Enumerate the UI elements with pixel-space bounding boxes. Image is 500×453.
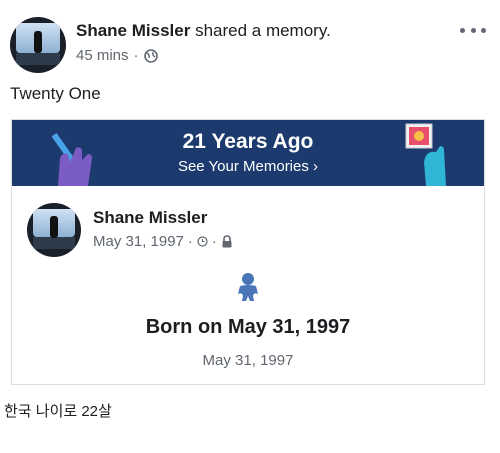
meta-separator: · [187, 233, 193, 250]
life-event-title: Born on May 31, 1997 [145, 316, 351, 338]
lock-icon[interactable] [221, 235, 233, 248]
memory-date[interactable]: May 31, 1997 [93, 233, 184, 250]
author-avatar[interactable] [10, 17, 66, 73]
meta-separator: · [211, 233, 217, 250]
memories-banner[interactable]: 21 Years Ago See Your Memories › [12, 120, 484, 186]
meta-separator: · [133, 47, 139, 64]
memory-author-name[interactable]: Shane Missler [93, 208, 207, 228]
author-name-link[interactable]: Shane Missler [76, 21, 190, 40]
memory-card[interactable]: 21 Years Ago See Your Memories › Shane M… [11, 119, 485, 385]
post-meta: 45 mins · [76, 47, 158, 64]
memory-meta: May 31, 1997 · · [93, 233, 233, 250]
post-timestamp[interactable]: 45 mins [76, 47, 129, 64]
see-memories-label: See Your Memories [177, 158, 309, 175]
image-caption: 한국 나이로 22살 [4, 403, 112, 420]
baby-icon [238, 273, 258, 301]
memory-author-avatar[interactable] [27, 203, 81, 257]
hand-holding-photo-icon [405, 123, 446, 186]
author-line: Shane Missler shared a memory. [76, 21, 331, 41]
life-event-date: May 31, 1997 [202, 352, 294, 369]
post-text: Twenty One [10, 84, 101, 103]
clock-icon [197, 236, 208, 247]
author-action-text: shared a memory. [195, 21, 331, 40]
post-header: Shane Missler shared a memory. 45 mins · [10, 17, 490, 73]
chevron-right-icon: › [313, 158, 319, 175]
more-options-icon[interactable] [460, 23, 486, 37]
globe-icon[interactable] [143, 48, 158, 63]
